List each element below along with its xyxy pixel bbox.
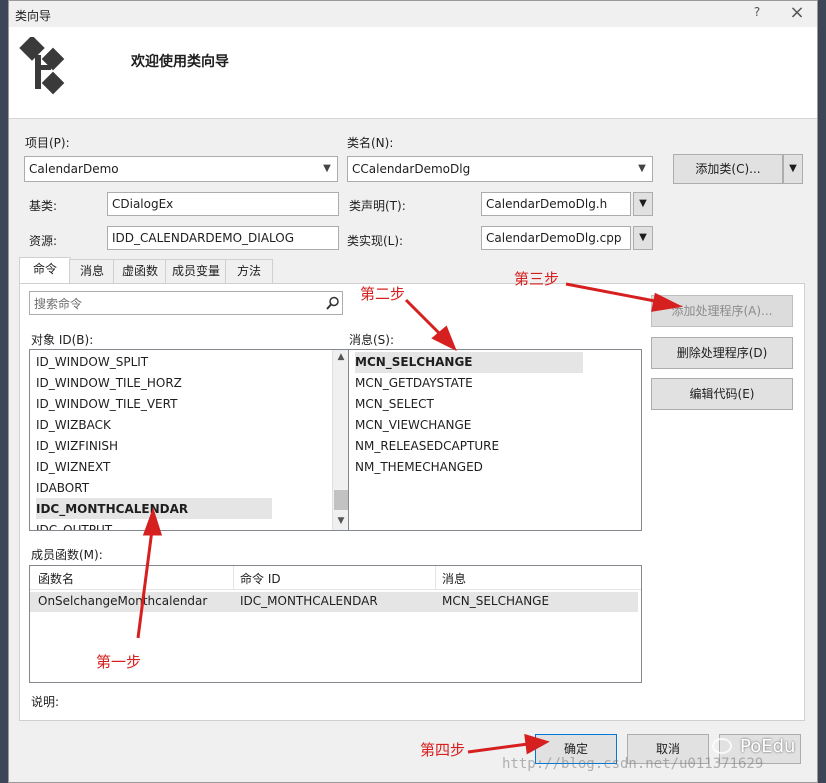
classname-label: 类名(N):: [347, 136, 394, 150]
project-label: 项目(P):: [25, 136, 70, 150]
chevron-down-icon[interactable]: ▼: [319, 157, 335, 181]
table-cell: MCN_SELCHANGE: [442, 594, 550, 608]
column-header-message[interactable]: 消息: [442, 570, 466, 587]
help-button[interactable]: ?: [747, 5, 767, 19]
tab-methods[interactable]: 方法: [225, 259, 273, 284]
object-id-label: 对象 ID(B):: [31, 333, 94, 347]
list-item-selected[interactable]: IDC_MONTHCALENDAR: [36, 499, 188, 520]
column-header-command-id[interactable]: 命令 ID: [240, 570, 281, 587]
list-item[interactable]: IDC_OUTPUT: [36, 520, 112, 530]
list-item[interactable]: ID_WIZBACK: [36, 415, 111, 436]
add-handler-button[interactable]: 添加处理程序(A)...: [651, 295, 793, 327]
annotation-step1: 第一步: [96, 653, 142, 671]
scroll-down-icon[interactable]: ▼: [333, 516, 348, 526]
resource-field: IDD_CALENDARDEMO_DIALOG: [107, 226, 339, 250]
chevron-down-icon: ▼: [789, 163, 797, 174]
chevron-down-icon[interactable]: ▼: [634, 157, 650, 181]
classname-combo[interactable]: CCalendarDemoDlg ▼: [347, 156, 653, 182]
base-label: 基类:: [29, 199, 58, 213]
list-item[interactable]: ID_WIZFINISH: [36, 436, 118, 457]
watermark-brand: PoEdu: [740, 736, 796, 757]
delete-handler-button[interactable]: 删除处理程序(D): [651, 337, 793, 369]
list-item[interactable]: NM_THEMECHANGED: [355, 457, 483, 478]
messages-label: 消息(S):: [349, 333, 395, 347]
project-combo[interactable]: CalendarDemo ▼: [24, 156, 338, 182]
base-field: CDialogEx: [107, 192, 339, 216]
close-button[interactable]: ×: [785, 2, 809, 23]
object-list-scrollbar[interactable]: ▲ ▼: [332, 350, 348, 530]
header-title: 欢迎使用类向导: [131, 54, 229, 70]
list-item[interactable]: MCN_VIEWCHANGE: [355, 415, 471, 436]
table-cell: OnSelchangeMonthcalendar: [38, 594, 208, 608]
table-cell: IDC_MONTHCALENDAR: [240, 594, 378, 608]
messages-list[interactable]: MCN_SELCHANGE MCN_GETDAYSTATE MCN_SELECT…: [348, 349, 642, 531]
class-wizard-logo-icon: [19, 37, 65, 95]
list-item[interactable]: MCN_SELECT: [355, 394, 434, 415]
search-placeholder: 搜索命令: [34, 297, 83, 311]
search-icon[interactable]: [326, 296, 340, 310]
annotation-step2: 第二步: [360, 285, 406, 303]
decl-dropdown-button[interactable]: ▼: [633, 192, 653, 216]
list-item[interactable]: ID_WINDOW_TILE_HORZ: [36, 373, 182, 394]
scroll-thumb[interactable]: [334, 490, 348, 510]
list-item[interactable]: MCN_GETDAYSTATE: [355, 373, 473, 394]
impl-label: 类实现(L):: [347, 234, 404, 248]
scroll-up-icon[interactable]: ▲: [333, 352, 348, 362]
column-divider: [233, 566, 234, 590]
chevron-down-icon: ▼: [639, 198, 647, 209]
column-header-function[interactable]: 函数名: [38, 570, 74, 587]
tab-member-variables[interactable]: 成员变量: [165, 259, 227, 284]
impl-field: CalendarDemoDlg.cpp: [481, 226, 631, 250]
annotation-step3: 第三步: [514, 270, 560, 288]
watermark-url: http://blog.csdn.net/u011371629: [502, 756, 764, 772]
chevron-down-icon: ▼: [639, 232, 647, 243]
decl-label: 类声明(T):: [349, 199, 406, 213]
search-input[interactable]: 搜索命令: [29, 291, 343, 315]
list-item[interactable]: ID_WIZNEXT: [36, 457, 110, 478]
description-label: 说明:: [31, 695, 60, 709]
impl-dropdown-button[interactable]: ▼: [633, 226, 653, 250]
table-row[interactable]: OnSelchangeMonthcalendar IDC_MONTHCALEND…: [30, 592, 638, 612]
header-banner: 欢迎使用类向导: [9, 27, 817, 119]
add-class-dropdown-button[interactable]: ▼: [783, 154, 803, 184]
list-item[interactable]: ID_WINDOW_TILE_VERT: [36, 394, 177, 415]
list-item[interactable]: NM_RELEASEDCAPTURE: [355, 436, 499, 457]
table-header: 函数名 命令 ID 消息: [30, 566, 641, 590]
list-item[interactable]: ID_WINDOW_SPLIT: [36, 352, 148, 373]
edit-code-button[interactable]: 编辑代码(E): [651, 378, 793, 410]
tab-commands[interactable]: 命令: [19, 257, 71, 285]
list-item-selected[interactable]: MCN_SELCHANGE: [355, 352, 473, 373]
tab-messages[interactable]: 消息: [69, 259, 115, 284]
list-item[interactable]: IDABORT: [36, 478, 89, 499]
window-title: 类向导: [15, 9, 52, 23]
annotation-step4: 第四步: [420, 741, 466, 759]
member-functions-label: 成员函数(M):: [31, 548, 103, 562]
classname-value: CCalendarDemoDlg: [352, 162, 471, 176]
wechat-icon: [712, 738, 732, 754]
add-class-button[interactable]: 添加类(C)...: [673, 154, 783, 184]
column-divider: [435, 566, 436, 590]
object-id-list[interactable]: ID_WINDOW_SPLIT ID_WINDOW_TILE_HORZ ID_W…: [29, 349, 349, 531]
decl-field: CalendarDemoDlg.h: [481, 192, 631, 216]
tab-virtual-functions[interactable]: 虚函数: [113, 259, 167, 284]
resource-label: 资源:: [29, 234, 58, 248]
project-value: CalendarDemo: [29, 162, 119, 176]
